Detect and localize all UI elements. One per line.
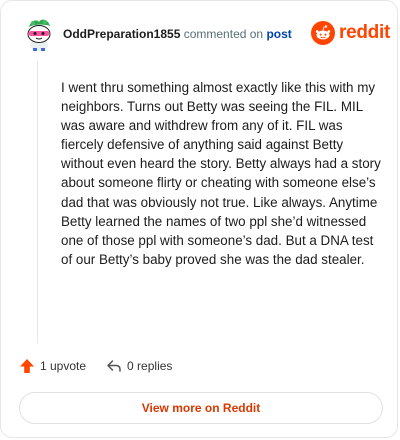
thread-line	[37, 61, 38, 343]
upvote-count: 1 upvote	[40, 359, 87, 373]
user-avatar[interactable]	[21, 15, 57, 51]
post-link[interactable]: post	[266, 27, 291, 41]
comment-embed-card: OddPreparation1855 commented on post red…	[0, 0, 398, 438]
comment-body: I went thru something almost exactly lik…	[61, 80, 381, 267]
commented-on-text: commented on	[183, 27, 264, 41]
upvote-button[interactable]: 1 upvote	[19, 358, 86, 374]
view-more-button[interactable]: View more on Reddit	[19, 392, 383, 424]
replies-count: 0 replies	[127, 359, 173, 373]
reply-arrow-icon	[107, 360, 121, 372]
reddit-snoo-icon	[311, 21, 335, 45]
replies-button[interactable]: 0 replies	[106, 358, 172, 374]
snoo-avatar-icon	[27, 19, 51, 51]
upvote-arrow-icon	[20, 359, 34, 373]
reddit-logo[interactable]: reddit	[311, 21, 390, 45]
comment-header: OddPreparation1855 commented on post	[63, 27, 292, 41]
reddit-wordmark: reddit	[339, 22, 390, 43]
comment-actions: 1 upvote 0 replies	[19, 358, 172, 374]
username-link[interactable]: OddPreparation1855	[63, 27, 180, 41]
